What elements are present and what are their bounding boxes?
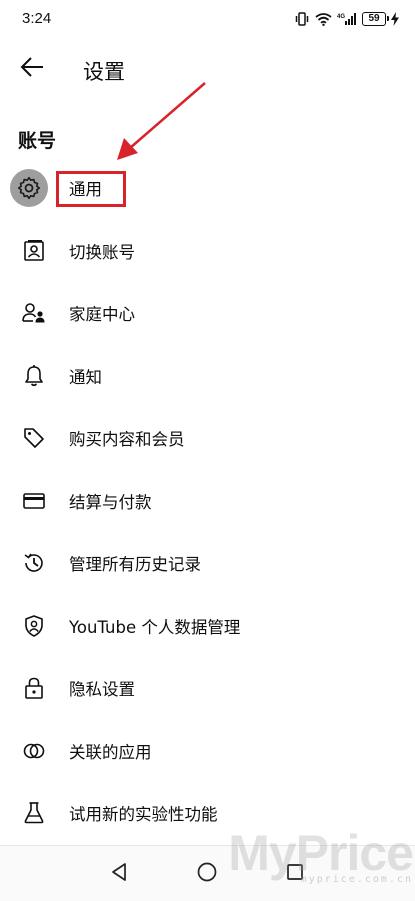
menu-item-switch-account[interactable]: 切换账号: [0, 220, 415, 283]
menu-item-privacy[interactable]: 隐私设置: [0, 657, 415, 720]
nav-back-button[interactable]: [106, 861, 132, 887]
settings-menu-list: 通用 切换账号 家庭中心 通知 购买内容和会员 结算与付款 管理所有历史记录 Y…: [0, 157, 415, 845]
vibrate-icon: [294, 12, 310, 26]
menu-item-label: 切换账号: [69, 242, 135, 262]
nav-home-button[interactable]: [194, 861, 220, 887]
status-bar: 3:24 4G 59: [0, 0, 415, 40]
lock-icon: [20, 674, 48, 702]
page-title: 设置: [83, 60, 125, 84]
shield-person-icon: [20, 612, 48, 640]
nav-home-icon: [196, 861, 218, 887]
menu-item-notifications[interactable]: 通知: [0, 345, 415, 408]
menu-item-label: 结算与付款: [69, 492, 152, 512]
arrow-left-icon: [20, 57, 44, 81]
nav-recents-icon: [285, 862, 305, 886]
menu-item-try-experimental[interactable]: 试用新的实验性功能: [0, 782, 415, 845]
annotation-highlight-box: [56, 171, 126, 207]
header: 设置: [0, 45, 415, 93]
nav-recents-button[interactable]: [282, 861, 308, 887]
menu-item-label: 购买内容和会员: [69, 430, 185, 450]
nav-back-icon: [110, 862, 128, 886]
status-icons: 4G 59: [294, 9, 399, 29]
family-icon: [20, 299, 48, 327]
system-nav-bar: [0, 845, 415, 901]
battery-indicator: 59: [362, 12, 389, 26]
linked-circles-icon: [20, 737, 48, 765]
menu-item-purchases-memberships[interactable]: 购买内容和会员: [0, 407, 415, 470]
history-icon: [20, 549, 48, 577]
account-card-icon: [20, 237, 48, 265]
menu-item-family-center[interactable]: 家庭中心: [0, 282, 415, 345]
gear-icon: [10, 169, 48, 208]
credit-card-icon: [20, 487, 48, 515]
menu-item-label: 关联的应用: [69, 742, 152, 762]
signal-4g-icon: 4G: [337, 12, 357, 26]
svg-text:4G: 4G: [337, 14, 345, 20]
menu-item-manage-history[interactable]: 管理所有历史记录: [0, 532, 415, 595]
wifi-icon: [315, 12, 332, 26]
charging-icon: [391, 12, 399, 26]
menu-item-label: 管理所有历史记录: [69, 555, 201, 575]
section-heading-account: 账号: [18, 130, 57, 152]
menu-item-label: 试用新的实验性功能: [69, 805, 218, 825]
menu-item-label: 隐私设置: [69, 680, 135, 700]
menu-item-label: 通知: [69, 367, 102, 387]
bell-icon: [20, 362, 48, 390]
menu-item-youtube-data[interactable]: YouTube 个人数据管理: [0, 595, 415, 658]
tag-icon: [20, 424, 48, 452]
flask-icon: [20, 799, 48, 827]
menu-item-billing-payments[interactable]: 结算与付款: [0, 470, 415, 533]
back-button[interactable]: [14, 53, 50, 85]
menu-item-label: YouTube 个人数据管理: [69, 617, 241, 637]
menu-item-connected-apps[interactable]: 关联的应用: [0, 720, 415, 783]
status-time: 3:24: [22, 10, 52, 27]
menu-item-label: 家庭中心: [69, 305, 135, 325]
